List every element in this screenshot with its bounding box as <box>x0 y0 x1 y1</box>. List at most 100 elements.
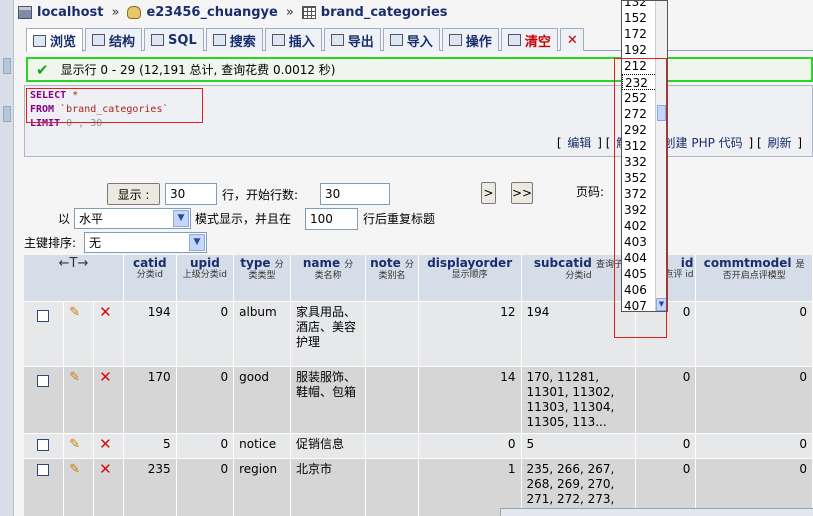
last-page-button[interactable]: >> <box>511 182 533 204</box>
col-comment: 类名称 <box>314 271 342 281</box>
pencil-icon[interactable]: ✎ <box>69 437 80 452</box>
tab-structure[interactable]: 结构 <box>85 28 143 51</box>
col-catid[interactable]: catid 分类id <box>123 255 177 301</box>
col-name[interactable]: upid <box>190 256 220 270</box>
tab-label: 浏览 <box>50 35 77 50</box>
cell-upid: 0 <box>176 457 235 516</box>
sql-icon <box>151 34 165 46</box>
cell-catid: 5 <box>123 432 177 458</box>
mode-prefix: 以 <box>58 212 71 226</box>
delete-icon[interactable]: ✕ <box>99 303 112 321</box>
cell-note <box>365 457 419 516</box>
col-displayorder[interactable]: displayorder 显示顺序 <box>418 255 522 301</box>
pencil-icon[interactable]: ✎ <box>69 462 80 477</box>
col-comment: 上级分类id <box>182 270 227 280</box>
column-arrows[interactable]: ←T→ <box>24 255 124 301</box>
cell-upid: 0 <box>176 432 235 458</box>
edit-link[interactable]: 编辑 <box>567 136 591 150</box>
col-name[interactable]: displayorder <box>427 256 512 270</box>
col-commtmodel[interactable]: commtmodel 是否开启点评模型 <box>695 255 813 301</box>
tab-label: 操作 <box>465 34 492 50</box>
highlight-box <box>614 58 667 338</box>
row-checkbox-cell <box>24 432 65 458</box>
tab-browse[interactable]: 浏览 <box>26 28 84 52</box>
col-name[interactable]: commtmodel <box>704 256 792 270</box>
pencil-icon[interactable]: ✎ <box>69 305 80 320</box>
edit-cell: ✎ <box>63 457 95 516</box>
highlight-box <box>26 88 203 123</box>
cell-commtmodel: 0 <box>695 432 813 458</box>
row-checkbox[interactable] <box>37 463 49 476</box>
cell-catid: 235 <box>123 457 177 516</box>
cell-note <box>365 300 419 366</box>
breadcrumb: localhost » e23456_chuangye » brand_cate… <box>18 3 448 21</box>
delete-icon[interactable]: ✕ <box>99 368 112 386</box>
breadcrumb-server[interactable]: localhost <box>37 5 103 20</box>
refresh-link[interactable]: 刷新 <box>767 136 791 150</box>
repeat-header-input[interactable]: 100 <box>305 208 358 230</box>
import-icon <box>389 34 403 46</box>
tab-sql[interactable]: SQL <box>144 28 204 51</box>
cell-name: 家具用品、酒店、美容护理 <box>290 300 367 366</box>
notice-text: 显示行 0 - 29 (12,191 总计, 查询花费 0.0012 秒) <box>60 63 336 77</box>
col-comment: 否开启点评模型 <box>722 271 786 281</box>
tab-search[interactable]: 搜索 <box>205 28 263 51</box>
rows-input[interactable]: 30 <box>165 183 217 205</box>
col-name[interactable]: catid <box>133 256 167 270</box>
start-row-input[interactable]: 30 <box>320 183 390 205</box>
chevron-down-icon: ▼ <box>173 210 189 227</box>
row-checkbox-cell <box>24 365 65 433</box>
col-name[interactable]: name <box>303 256 340 270</box>
tab-label: SQL <box>168 32 197 48</box>
col-name[interactable]: id <box>681 256 694 270</box>
table-row: ✎ ✕ 194 0 album 家具用品、酒店、美容护理 12 194 0 0 <box>24 300 813 366</box>
tab-label: 导出 <box>347 34 374 50</box>
tab-empty[interactable]: 清空 <box>500 28 558 51</box>
cell-commtmodel: 0 <box>695 300 813 366</box>
col-upid[interactable]: upid 上级分类id <box>176 255 235 301</box>
tab-operations[interactable]: 操作 <box>441 28 499 51</box>
sort-select[interactable]: 无 ▼ <box>84 232 207 253</box>
page-label: 页码: <box>576 185 605 199</box>
tab-drop[interactable]: ✕ <box>559 28 584 51</box>
edit-cell: ✎ <box>63 300 95 366</box>
breadcrumb-separator: » <box>285 4 294 20</box>
export-icon <box>330 34 344 46</box>
breadcrumb-database[interactable]: e23456_chuangye <box>146 5 277 20</box>
delete-icon[interactable]: ✕ <box>99 460 112 478</box>
cell-note <box>365 432 419 458</box>
mode-select[interactable]: 水平 ▼ <box>74 208 191 229</box>
search-icon <box>212 34 226 46</box>
delete-icon[interactable]: ✕ <box>99 435 112 453</box>
cell-type: notice <box>233 432 291 458</box>
col-name[interactable]: name 分类名称 <box>290 255 367 301</box>
pencil-icon[interactable]: ✎ <box>69 370 80 385</box>
success-notice: ✔ 显示行 0 - 29 (12,191 总计, 查询花费 0.0012 秒) <box>26 57 813 82</box>
breadcrumb-table[interactable]: brand_categories <box>321 5 448 20</box>
col-comment: 是 <box>795 260 805 270</box>
col-name[interactable]: type <box>240 256 270 270</box>
cell-type: region <box>233 457 291 516</box>
cell-subcatid: 170, 11281, 11301, 11302, 11303, 11304, … <box>521 365 637 433</box>
row-checkbox[interactable] <box>37 309 49 322</box>
tab-export[interactable]: 导出 <box>323 28 381 51</box>
tab-label: 插入 <box>288 34 315 50</box>
col-type[interactable]: type 分类类型 <box>233 255 291 301</box>
col-name[interactable]: note <box>370 256 401 270</box>
row-checkbox[interactable] <box>37 438 49 451</box>
php-code-link[interactable]: 创建 PHP 代码 <box>664 136 743 150</box>
cell-name: 北京市 <box>290 457 367 516</box>
cell-name: 服装服饰、鞋帽、包箱 <box>290 365 367 433</box>
database-icon <box>127 5 142 19</box>
col-note[interactable]: note 分类别名 <box>365 255 419 301</box>
show-button[interactable]: 显示 : <box>107 183 160 205</box>
row-checkbox[interactable] <box>37 374 49 387</box>
col-name[interactable]: subcatid <box>534 256 592 270</box>
edit-cell: ✎ <box>63 432 95 458</box>
tab-import[interactable]: 导入 <box>382 28 440 51</box>
tab-bar: 浏览 结构 SQL 搜索 插入 导出 导入 操作 清空 ✕ <box>26 28 813 52</box>
cell-displayorder: 0 <box>418 432 522 458</box>
table-icon <box>301 5 316 19</box>
tab-insert[interactable]: 插入 <box>264 28 322 51</box>
next-page-button[interactable]: > <box>481 182 496 204</box>
